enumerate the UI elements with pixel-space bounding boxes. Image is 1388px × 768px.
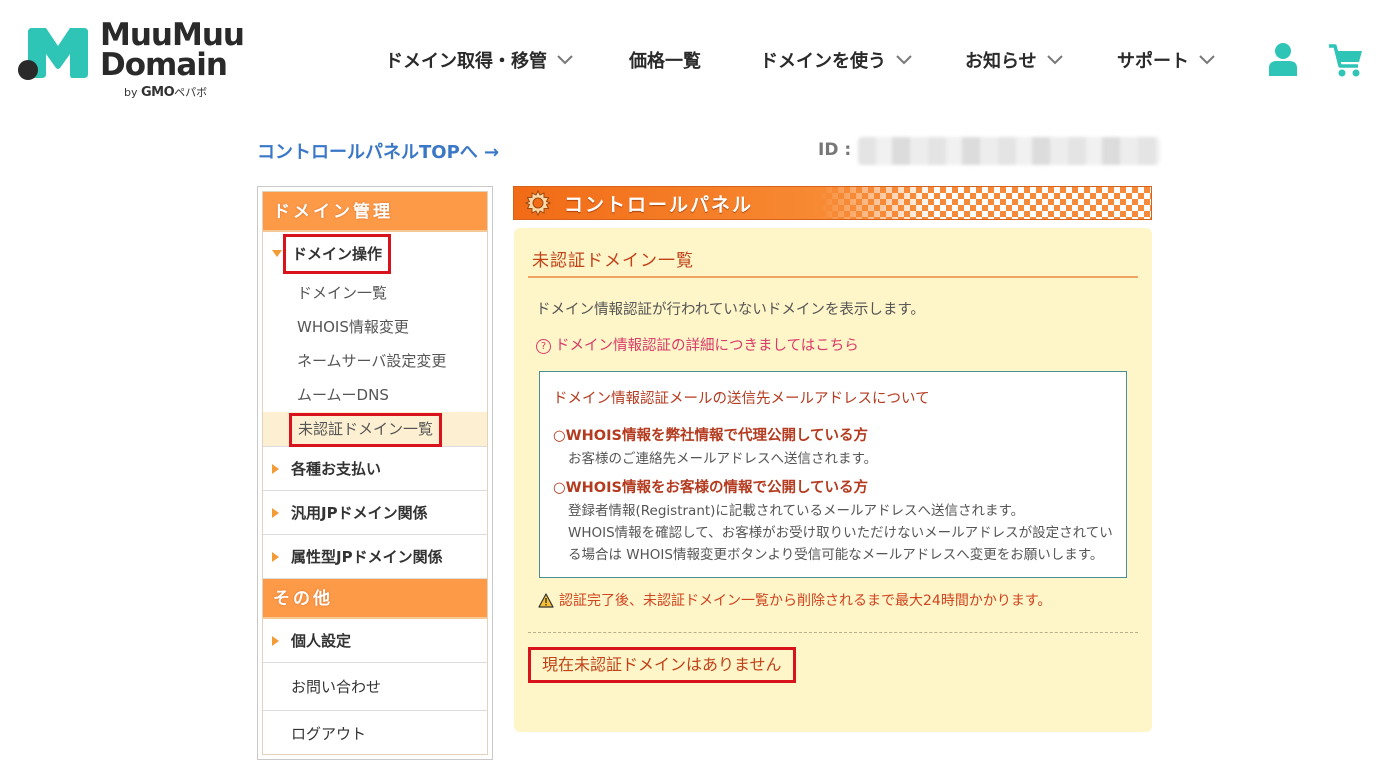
cart-icon[interactable] [1328, 42, 1364, 78]
info-case-own-text-1: 登録者情報(Registrant)に記載されているメールアドレスへ送信されます。 [568, 503, 1025, 519]
sidebar-subitem-unverified-domains[interactable]: 未認証ドメイン一覧 [263, 412, 487, 447]
sidebar-item-contact[interactable]: お問い合わせ [263, 663, 487, 711]
logo-m-icon [18, 28, 88, 80]
sidebar-section-domain-management: ドメイン管理 [263, 192, 487, 232]
email-info-box: ドメイン情報認証メールの送信先メールアドレスについて ○WHOIS情報を弊社情報… [539, 371, 1127, 578]
id-label: ID : [818, 140, 852, 160]
sidebar-subitem-domain-list[interactable]: ドメイン一覧 [263, 276, 487, 310]
nav-price-list[interactable]: 価格一覧 [629, 44, 701, 76]
empty-state-message: 現在未認証ドメインはありません [528, 647, 796, 683]
nav-support[interactable]: サポート [1117, 44, 1215, 76]
triangle-right-icon [272, 508, 279, 518]
triangle-right-icon [272, 552, 279, 562]
sidebar-section-other: その他 [263, 579, 487, 619]
triangle-down-icon [272, 250, 282, 257]
chevron-down-icon [1199, 55, 1215, 65]
info-case-proxy-heading: ○WHOIS情報を弊社情報で代理公開している方 [553, 428, 869, 444]
sidebar-item-domain-operations[interactable]: ドメイン操作 [263, 232, 487, 276]
sidebar-subitem-whois-change[interactable]: WHOIS情報変更 [263, 310, 487, 344]
chevron-down-icon [896, 55, 912, 65]
sidebar-item-label: 未認証ドメイン一覧 [289, 413, 443, 447]
triangle-right-icon [272, 464, 279, 474]
sidebar-item-label: ドメイン操作 [283, 234, 392, 274]
sidebar-item-jp-domain[interactable]: 汎用JPドメイン関係 [263, 491, 487, 535]
sidebar: ドメイン管理 ドメイン操作 ドメイン一覧 WHOIS情報変更 ネームサーバ設定変… [257, 186, 493, 760]
nav-news[interactable]: お知らせ [965, 44, 1063, 76]
nav-use-domain[interactable]: ドメインを使う [760, 44, 912, 76]
warning-icon [538, 593, 554, 608]
triangle-right-icon [272, 636, 279, 646]
title-divider [528, 276, 1138, 278]
info-case-own-text-2: WHOIS情報を確認して、お客様がお受け取りいただけないメールアドレスが設定され… [568, 525, 1113, 541]
sidebar-item-personal-settings[interactable]: 個人設定 [263, 619, 487, 663]
sidebar-item-payments[interactable]: 各種お支払い [263, 447, 487, 491]
muumuu-domain-logo[interactable]: MuuMuu Domain by GMOペパボ [18, 20, 248, 100]
sidebar-subitem-muumuu-dns[interactable]: ムームーDNS [263, 378, 487, 412]
unverified-domains-panel: 未認証ドメイン一覧 ドメイン情報認証が行われていないドメインを表示します。 ? ド… [514, 228, 1152, 732]
sidebar-subitem-nameserver[interactable]: ネームサーバ設定変更 [263, 344, 487, 378]
section-divider [528, 632, 1138, 633]
chevron-down-icon [557, 55, 573, 65]
nav-domain-acquire[interactable]: ドメイン取得・移管 [385, 44, 573, 76]
logo-byline: by GMOペパボ [124, 85, 208, 100]
sidebar-item-logout[interactable]: ログアウト [263, 711, 487, 757]
control-panel-top-link[interactable]: コントロールパネルTOPへ → [257, 138, 499, 164]
banner-title: コントロールパネル [564, 194, 754, 216]
control-panel-banner: コントロールパネル [513, 186, 1152, 220]
info-case-proxy-text: お客様のご連絡先メールアドレスへ送信されます。 [568, 451, 878, 467]
sidebar-item-attribute-jp-domain[interactable]: 属性型JPドメイン関係 [263, 535, 487, 579]
chevron-down-icon [1046, 55, 1063, 65]
gear-icon [524, 189, 552, 217]
question-icon: ? [536, 339, 551, 354]
info-box-title: ドメイン情報認証メールの送信先メールアドレスについて [553, 391, 930, 407]
user-icon[interactable] [1267, 42, 1299, 76]
page-description: ドメイン情報認証が行われていないドメインを表示します。 [536, 302, 925, 318]
info-case-own-heading: ○WHOIS情報をお客様の情報で公開している方 [553, 480, 869, 496]
info-case-own-text-3: る場合は WHOIS情報変更ボタンより受信可能なメールアドレスへ変更をお願いしま… [568, 547, 1104, 563]
page-title: 未認証ドメイン一覧 [532, 251, 694, 271]
processing-warning: 認証完了後、未認証ドメイン一覧から削除されるまで最大24時間かかります。 [538, 590, 1051, 610]
logo-wordmark: MuuMuu Domain [100, 17, 245, 83]
verification-help-link[interactable]: ? ドメイン情報認証の詳細につきましてはこちら [536, 334, 859, 355]
id-value-redacted [858, 137, 1160, 165]
